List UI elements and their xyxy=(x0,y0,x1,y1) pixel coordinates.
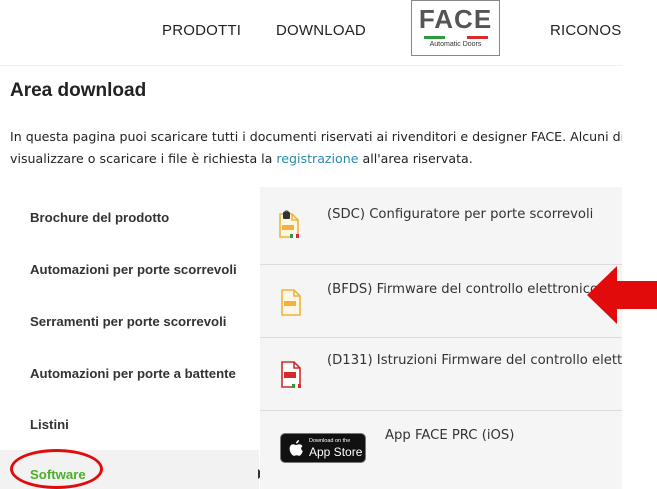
sidebar-item-automazioni-battente[interactable]: Automazioni per porte a battente xyxy=(30,366,236,381)
logo-subtitle: Automatic Doors xyxy=(429,41,482,48)
row-divider xyxy=(260,337,622,338)
intro-line-1: In questa pagina puoi scaricare tutti i … xyxy=(10,129,622,144)
intro-text-before: visualizzare o scaricare i file è richie… xyxy=(10,151,277,166)
nav-prodotti[interactable]: PRODOTTI xyxy=(162,22,241,39)
appstore-small-text: Download on the xyxy=(309,438,351,444)
download-item-sdc[interactable]: (SDC) Configuratore per porte scorrevoli xyxy=(327,207,622,222)
row-divider xyxy=(260,264,622,265)
registration-link[interactable]: registrazione xyxy=(276,151,358,166)
pdf-icon[interactable] xyxy=(280,360,302,394)
sidebar-item-serramenti-scorrevoli[interactable]: Serramenti per porte scorrevoli xyxy=(30,314,226,329)
row-divider xyxy=(260,410,622,411)
file-icon[interactable] xyxy=(280,288,302,322)
logo-text: FACE xyxy=(418,4,493,34)
download-item-app-ios[interactable]: App FACE PRC (iOS) xyxy=(385,428,622,443)
sidebar-item-brochure[interactable]: Brochure del prodotto xyxy=(30,210,169,225)
annotation-arrow-icon xyxy=(587,266,657,324)
page-title: Area download xyxy=(10,80,147,101)
intro-text: In questa pagina puoi scaricare tutti i … xyxy=(10,126,622,170)
appstore-big-text: App Store xyxy=(309,445,363,459)
intro-text-after: all'area riservata. xyxy=(358,151,473,166)
download-item-d131[interactable]: (D131) Istruzioni Firmware del controllo… xyxy=(327,353,622,368)
face-logo[interactable]: FACE Automatic Doors xyxy=(411,0,500,56)
download-item-bfds[interactable]: (BFDS) Firmware del controllo elettronic… xyxy=(327,282,622,297)
header-divider xyxy=(0,65,622,66)
sidebar-item-listini[interactable]: Listini xyxy=(30,417,69,432)
apple-icon xyxy=(289,440,303,456)
intro-line-2: visualizzare o scaricare i file è richie… xyxy=(10,148,622,170)
locked-pdf-icon[interactable] xyxy=(278,210,300,244)
logo-flag xyxy=(424,36,488,39)
sidebar-item-automazioni-scorrevoli[interactable]: Automazioni per porte scorrevoli xyxy=(30,262,237,277)
app-store-badge[interactable]: Download on the App Store xyxy=(280,433,366,463)
nav-riconoscimenti[interactable]: RICONOSCIMENTI xyxy=(550,22,621,39)
annotation-circle xyxy=(10,449,103,489)
nav-download[interactable]: DOWNLOAD xyxy=(276,22,366,39)
